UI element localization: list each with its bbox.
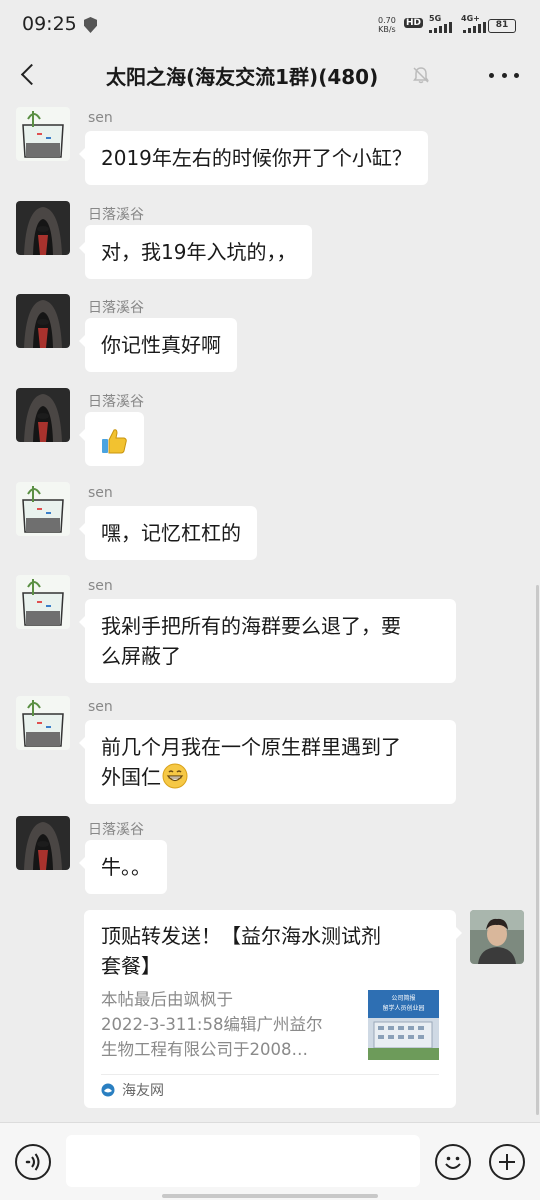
mute-bell-icon [413, 67, 429, 84]
sender-name: sen [88, 699, 113, 715]
status-time: 09:25 [22, 13, 77, 35]
link-card-title: 顶贴转发送！【益尔海水测试剂 套餐】 [101, 921, 441, 981]
back-button[interactable] [14, 60, 44, 90]
scrollbar[interactable] [536, 585, 539, 1115]
status-bar: 09:25 0.70 KB/s HD 5G 4G+ 81 [0, 0, 540, 50]
self-avatar[interactable] [470, 910, 524, 964]
thumbs-up-emoji [102, 428, 127, 453]
more-options-button[interactable] [484, 63, 524, 87]
sender-name: 日落溪谷 [88, 822, 144, 838]
network-speed: 0.70 KB/s [378, 16, 396, 34]
hd-icon: HD [404, 18, 424, 28]
dot-icon [489, 72, 494, 78]
network-speed-value: 0.70 [378, 16, 396, 25]
sender-name: 日落溪谷 [88, 300, 144, 316]
message-bubble[interactable]: 我剁手把所有的海群要么退了，要 么屏蔽了 [79, 599, 456, 683]
shield-icon [84, 17, 97, 33]
link-card-title-line: 套餐】 [101, 954, 161, 978]
sender-name: 日落溪谷 [88, 207, 144, 223]
link-card-thumbnail: 公司简报 留学人员创业园 [368, 990, 439, 1060]
aquarium-avatar[interactable] [16, 107, 70, 161]
thumb-caption: 留学人员创业园 [382, 1004, 424, 1012]
battery-level: 81 [495, 20, 509, 30]
battery-icon: 81 [488, 19, 516, 33]
message-bubble[interactable]: 对，我19年入坑的，， [78, 225, 313, 279]
hooded-figure-avatar[interactable] [16, 816, 70, 870]
message-line: 么屏蔽了 [101, 644, 181, 668]
message-input[interactable] [66, 1135, 420, 1187]
message-bubble[interactable]: 嘿，记忆杠杠的 [79, 506, 257, 560]
message-line: 外国仁 [101, 762, 440, 792]
more-actions-button[interactable] [489, 1144, 525, 1180]
message-bubble[interactable]: 2019年左右的时候你开了个小缸？ [79, 131, 428, 185]
message-line: 我剁手把所有的海群要么退了，要 [101, 614, 401, 638]
signal-bars-icon [463, 22, 486, 33]
sender-name: sen [88, 110, 113, 126]
aquarium-avatar[interactable] [16, 575, 70, 629]
link-card-description: 本帖最后由飒枫于 2022-3-311:58编辑广州益尔 生物工程有限公司于20… [101, 987, 359, 1062]
link-card[interactable]: 顶贴转发送！【益尔海水测试剂 套餐】 本帖最后由飒枫于 2022-3-311:5… [84, 910, 462, 1108]
message-bubble[interactable]: 前几个月我在一个原生群里遇到了 外国仁 [79, 720, 456, 804]
chat-title: 太阳之海(海友交流1群)(480) [106, 65, 379, 89]
signal-bars-icon [429, 22, 452, 33]
aquarium-avatar[interactable] [16, 482, 70, 536]
chat-message-list[interactable]: sen 2019年左右的时候你开了个小缸？ 日落溪谷 对，我19年入坑的，， 日… [0, 100, 540, 1122]
message-line: 前几个月我在一个原生群里遇到了 [101, 735, 401, 759]
home-indicator [162, 1194, 378, 1198]
hooded-figure-avatar[interactable] [16, 388, 70, 442]
sender-name: sen [88, 485, 113, 501]
link-card-source: 海友网 [122, 1083, 164, 1099]
link-card-desc-line: 生物工程有限公司于2008… [101, 1040, 308, 1059]
grin-emoji [162, 763, 188, 789]
voice-icon [25, 1153, 40, 1171]
message-bubble[interactable] [79, 412, 144, 466]
chat-header: 太阳之海(海友交流1群)(480) [0, 50, 540, 100]
voice-input-button[interactable] [15, 1144, 51, 1180]
link-card-desc-line: 2022-3-311:58编辑广州益尔 [101, 1015, 323, 1034]
message-bubble[interactable]: 牛。。 [79, 840, 167, 894]
message-text: 外国仁 [101, 765, 161, 789]
emoji-button[interactable] [435, 1144, 471, 1180]
thumb-caption: 公司简报 [391, 994, 415, 1002]
divider [101, 1074, 439, 1075]
hooded-figure-avatar[interactable] [16, 201, 70, 255]
input-bar [0, 1122, 540, 1200]
aquarium-avatar[interactable] [16, 696, 70, 750]
link-card-title-line: 顶贴转发送！【益尔海水测试剂 [101, 924, 381, 948]
network-speed-unit: KB/s [378, 25, 396, 34]
link-card-desc-line: 本帖最后由飒枫于 [101, 990, 233, 1009]
sender-name: 日落溪谷 [88, 394, 144, 410]
smiley-icon [445, 1156, 461, 1169]
message-bubble[interactable]: 你记性真好啊 [79, 318, 237, 372]
sender-name: sen [88, 578, 113, 594]
dot-icon [514, 72, 519, 78]
dot-icon [501, 72, 507, 78]
source-logo-icon [101, 1083, 115, 1097]
hooded-figure-avatar[interactable] [16, 294, 70, 348]
